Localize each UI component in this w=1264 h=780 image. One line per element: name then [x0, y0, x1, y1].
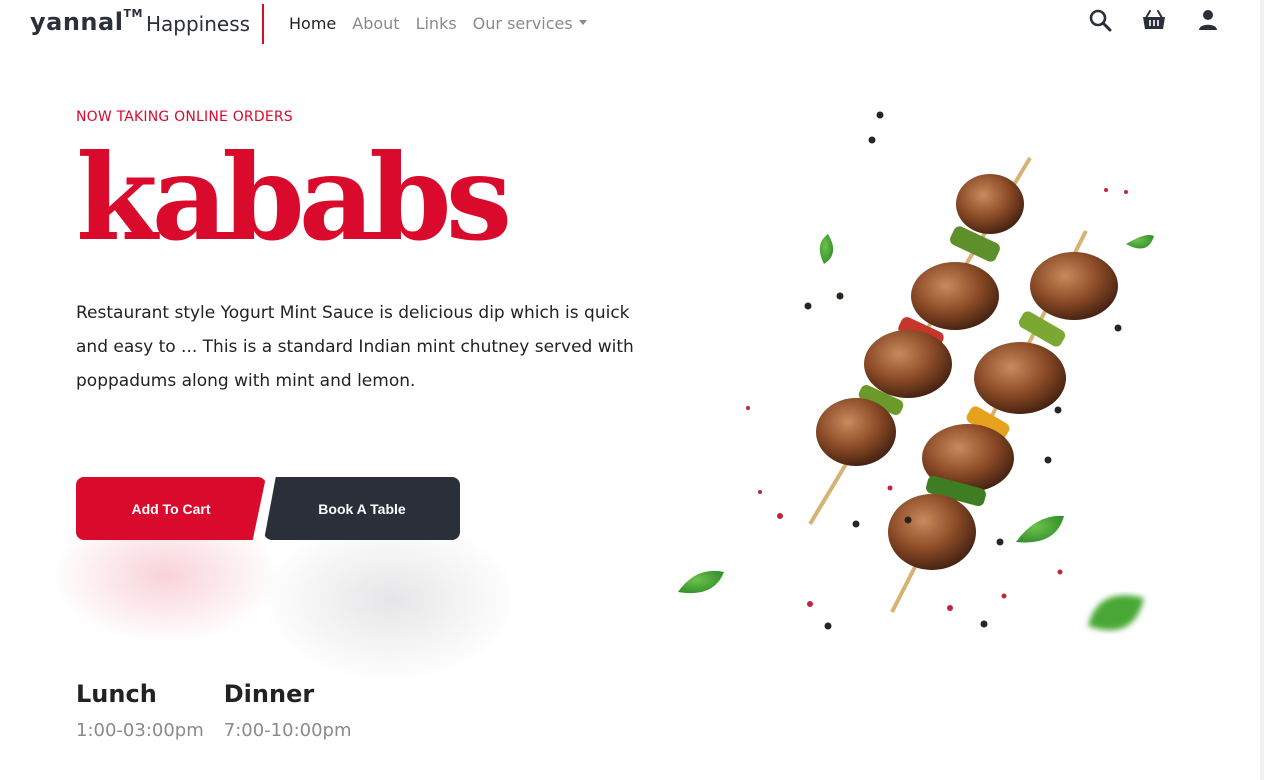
user-icon[interactable]: [1196, 8, 1220, 32]
nav-item-home[interactable]: Home: [289, 14, 336, 33]
top-navbar: yannalTM Happiness Home About Links Our …: [0, 0, 1260, 48]
brand-tagline: Happiness: [146, 12, 251, 36]
hero-title: kababs: [76, 128, 512, 267]
search-icon[interactable]: [1088, 8, 1112, 32]
brand-divider: [262, 4, 264, 44]
hero-description: Restaurant style Yogurt Mint Sauce is de…: [76, 303, 634, 391]
hero-eyebrow: NOW TAKING ONLINE ORDERS: [76, 109, 293, 125]
brand-logo[interactable]: yannalTM: [30, 7, 143, 36]
hours-lunch-time: 1:00-03:00pm: [76, 720, 204, 741]
nav-item-our-services-label: Our services: [472, 14, 573, 33]
nav-item-our-services[interactable]: Our services: [473, 14, 587, 33]
opening-hours: Lunch 1:00-03:00pm Dinner 7:00-10:00pm: [76, 678, 352, 741]
hours-dinner-time: 7:00-10:00pm: [223, 720, 352, 741]
nav-item-about[interactable]: About: [352, 14, 399, 33]
hours-dinner: Dinner 7:00-10:00pm: [224, 678, 352, 741]
book-table-button[interactable]: Book A Table: [264, 477, 460, 540]
scrollbar-track[interactable]: [1260, 0, 1264, 780]
kabab-skewers-image: [660, 96, 1190, 656]
hours-lunch-label: Lunch: [76, 680, 157, 708]
hours-dinner-label: Dinner: [223, 680, 315, 708]
nav-item-links[interactable]: Links: [416, 14, 457, 33]
chevron-down-icon: [578, 20, 587, 25]
header-actions: [1088, 8, 1220, 32]
hours-lunch: Lunch 1:00-03:00pm: [76, 678, 204, 741]
basket-icon[interactable]: [1142, 8, 1166, 32]
brand-logo-text: yannal: [30, 8, 124, 36]
trademark-mark: TM: [123, 7, 143, 20]
add-to-cart-button[interactable]: Add To Cart: [76, 477, 266, 540]
main-nav: Home About Links Our services: [289, 14, 603, 33]
